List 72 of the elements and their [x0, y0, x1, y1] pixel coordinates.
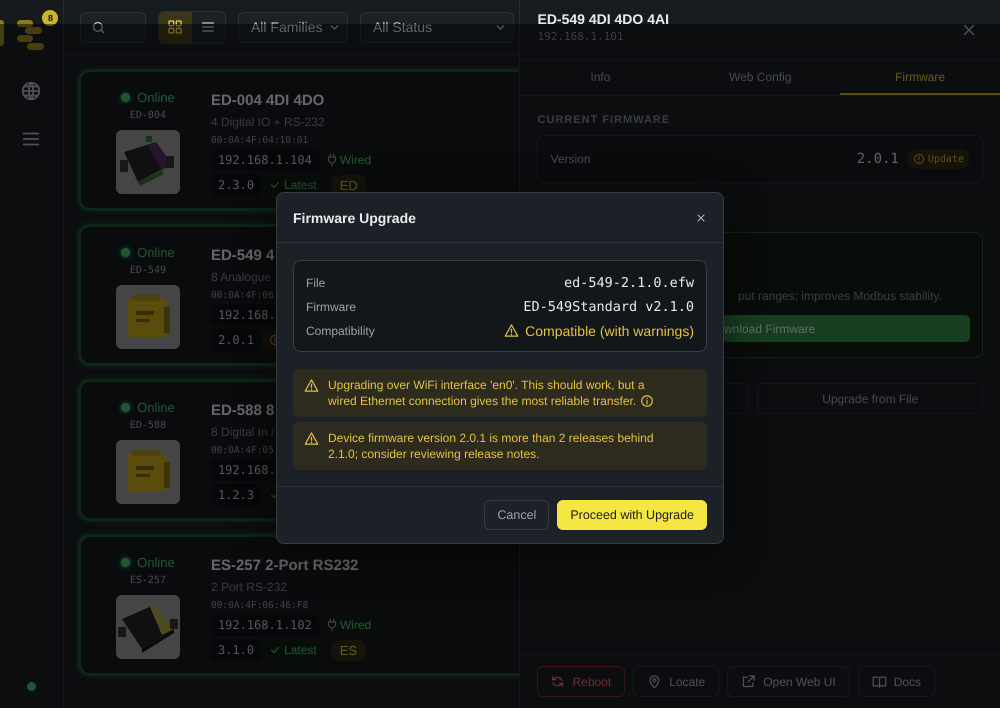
- grid-view-button[interactable]: [158, 12, 192, 42]
- ip-address: 192.168.1.102: [210, 614, 319, 636]
- device-title: ED-004 4DI 4DO: [210, 92, 326, 109]
- download-button[interactable]: wnload Firmware: [722, 315, 970, 342]
- tab[interactable]: Firmware: [840, 60, 1000, 95]
- field-label: Version: [550, 152, 592, 166]
- family-tag: ES: [330, 640, 366, 660]
- grid-icon: [167, 19, 184, 35]
- mac-address: 00:0A:4F:05: [210, 445, 275, 456]
- device-title: ED-549 4: [210, 247, 276, 264]
- version-number: 2.0.1: [856, 151, 899, 167]
- firmware-version: 1.2.3: [210, 484, 262, 506]
- mac-address: 00:0A:4F:04:10:01: [210, 135, 310, 146]
- alert-circle-icon: [912, 153, 925, 165]
- warning-icon: [304, 378, 319, 393]
- tab[interactable]: Info: [520, 60, 680, 95]
- compatibility-status: Compatible (with warnings): [504, 322, 694, 338]
- model-code: ED-549: [130, 265, 166, 276]
- dialog-title: Firmware Upgrade: [293, 210, 416, 226]
- book-icon: [872, 674, 887, 689]
- update-badge[interactable]: Update: [906, 149, 970, 169]
- firmware-version: 3.1.0: [210, 639, 262, 661]
- globe-icon[interactable]: [20, 80, 42, 102]
- field-value: ED-549Standard v2.1.0: [523, 298, 694, 314]
- active-indicator: [0, 20, 4, 46]
- connection-type: Wired: [340, 618, 372, 632]
- refresh-icon: [550, 674, 566, 689]
- model-code: ES-257: [130, 575, 166, 586]
- external-link-icon: [741, 674, 756, 689]
- cancel-button[interactable]: Cancel: [484, 500, 550, 530]
- device-title: ED-588 8: [210, 402, 276, 419]
- firmware-version: 2.3.0: [210, 174, 262, 196]
- check-icon: [269, 644, 282, 656]
- device-title: ES-257 2-Port RS232: [210, 557, 360, 574]
- logo-icon[interactable]: [16, 18, 46, 52]
- status-dot-icon: [26, 682, 36, 691]
- close-icon[interactable]: [695, 212, 707, 224]
- model-code: ED-588: [130, 420, 166, 431]
- search-icon: [90, 20, 106, 34]
- filter-dropdown[interactable]: All Families: [238, 12, 348, 42]
- proceed-button[interactable]: Proceed with Upgrade: [557, 500, 707, 530]
- status-label: Online: [137, 244, 175, 260]
- status-label: Online: [137, 554, 175, 570]
- reboot-button[interactable]: Reboot: [537, 666, 626, 697]
- status-label: Online: [137, 400, 175, 414]
- open-button[interactable]: Open Web UI: [727, 666, 850, 697]
- connection-type: Wired: [340, 153, 372, 167]
- warning-message: Device firmware version 2.0.1 is more than 2 releases behind 2.1.0; consider reviewing release notes.: [328, 430, 654, 462]
- warning-icon: [304, 431, 319, 446]
- mac-address: 00:0A:4F:06:46:F8: [210, 600, 310, 611]
- locate-button[interactable]: Locate: [633, 666, 720, 697]
- model-code: ED-004: [130, 110, 166, 121]
- docs-button[interactable]: Docs: [858, 666, 936, 697]
- check-icon: [269, 179, 282, 191]
- ip-address: 192.168.1.104: [210, 149, 319, 171]
- filter-dropdown[interactable]: All Status: [360, 12, 514, 42]
- field-label: File: [306, 276, 326, 290]
- search-field[interactable]: [80, 12, 146, 42]
- warning-icon: [504, 323, 520, 338]
- status-label: Online: [137, 90, 175, 104]
- mac-address: 00:0A:4F:06: [210, 290, 275, 301]
- field-label: Firmware: [306, 300, 356, 314]
- panel-title: ED-549 4DI 4DO 4AI: [537, 10, 669, 26]
- field-label: Compatibility: [306, 324, 375, 338]
- warning-message: Upgrading over WiFi interface 'en0'. This should work, but a wired Ethernet connection gives the most reliable transfer.: [328, 377, 670, 409]
- notification-badge: 8: [42, 10, 58, 26]
- info-icon[interactable]: [640, 394, 654, 408]
- location-pin-icon: [647, 674, 662, 689]
- upgrade-from-file-button[interactable]: Upgrade from File: [757, 383, 983, 414]
- firmware-version: 2.0.1: [210, 329, 262, 351]
- field-value: ed-549-2.1.0.efw: [564, 274, 694, 290]
- tab[interactable]: Web Config: [680, 60, 840, 95]
